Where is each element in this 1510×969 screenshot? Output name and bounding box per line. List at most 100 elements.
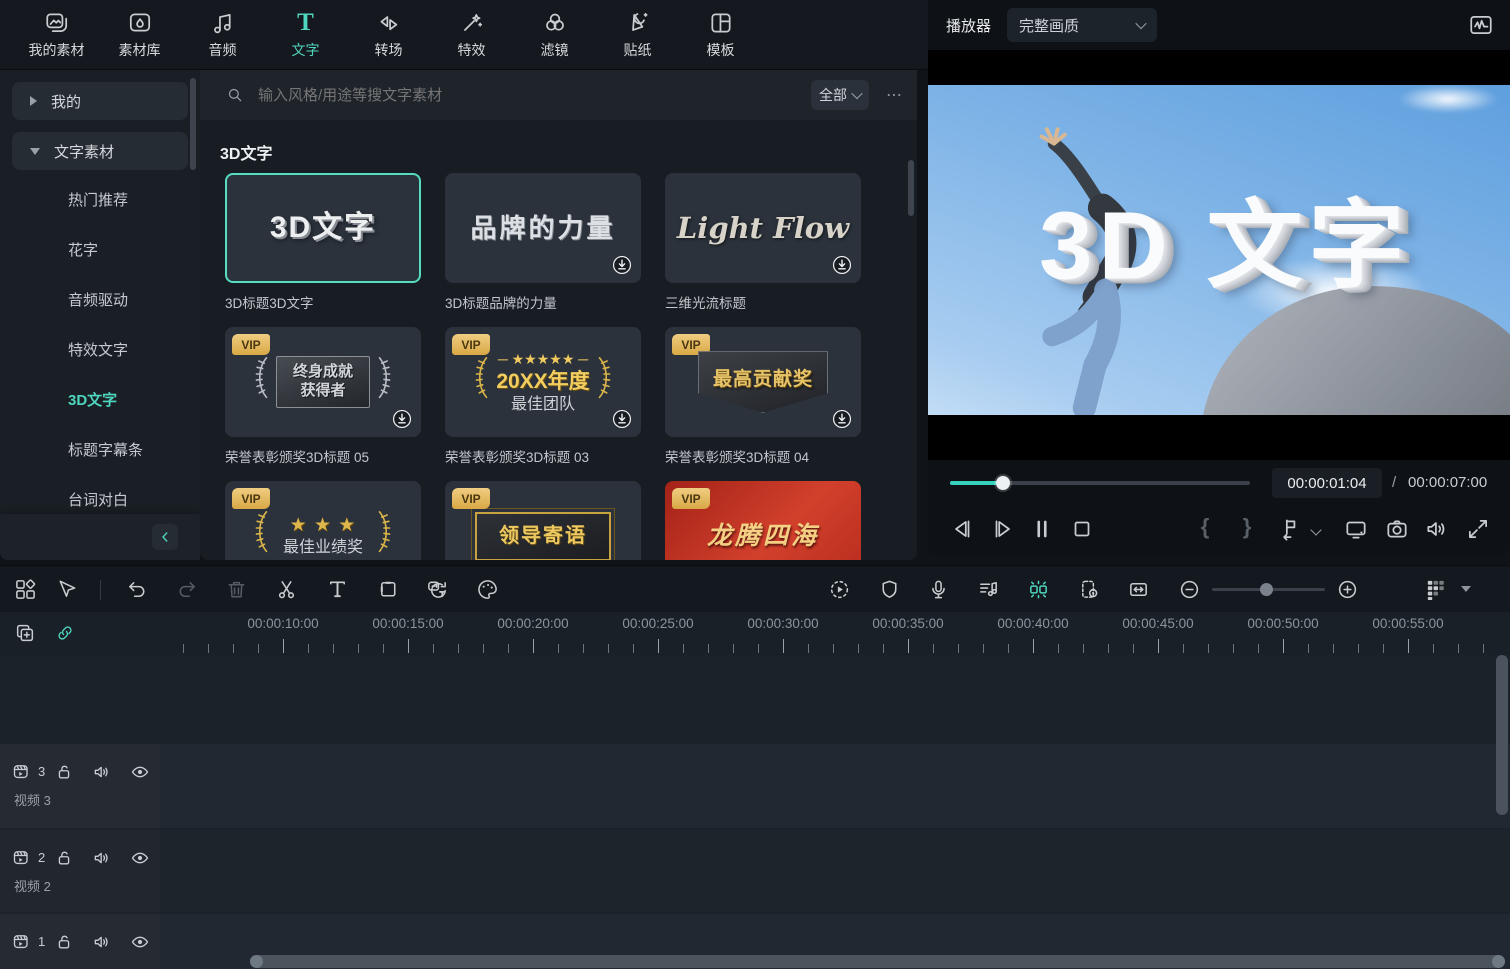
sidebar-group-mine[interactable]: 我的 (12, 82, 188, 120)
media-layout-button[interactable] (14, 578, 37, 601)
split-cut-button[interactable] (275, 578, 298, 601)
sidebar-item-1[interactable]: 热门推荐 (0, 174, 200, 224)
sidebar-item-6[interactable]: 标题字幕条 (0, 424, 200, 474)
delete-button[interactable] (225, 578, 248, 601)
mute-track-icon[interactable] (92, 848, 112, 868)
ruler-tick (1108, 644, 1109, 653)
stop-button[interactable] (1069, 516, 1095, 542)
nav-item-transitions[interactable]: 转场 (347, 10, 430, 60)
lock-track-icon[interactable] (54, 848, 74, 868)
text-template-card-4[interactable]: VIP 终身成就获得者 荣誉表彰颁奖3D标题 05 (225, 327, 421, 466)
text-template-card-3[interactable]: Light Flow 三维光流标题 (665, 173, 861, 312)
zoom-out-button[interactable] (1178, 578, 1201, 601)
track-manager-caret-icon[interactable] (1461, 586, 1471, 592)
more-options-icon[interactable] (885, 86, 903, 104)
quick-split-mode-button[interactable] (1027, 578, 1050, 601)
nav-item-library[interactable]: 素材库 (98, 10, 181, 60)
library-scrollbar[interactable] (908, 160, 914, 216)
search-input[interactable] (256, 86, 811, 105)
lock-track-icon[interactable] (54, 762, 74, 782)
sidebar-item-3[interactable]: 音频驱动 (0, 274, 200, 324)
sidebar-item-4[interactable]: 特效文字 (0, 324, 200, 374)
speech-to-text-button[interactable] (426, 578, 449, 601)
record-voiceover-button[interactable] (927, 578, 950, 601)
sidebar-item-5[interactable]: 3D文字 (0, 374, 200, 424)
nav-item-stickers[interactable]: 贴纸 (596, 10, 679, 60)
mark-in-button[interactable]: { (1197, 514, 1213, 540)
text-template-card-1[interactable]: 3D文字 3D标题3D文字 (225, 173, 421, 312)
nav-item-filters[interactable]: 滤镜 (513, 10, 596, 60)
track-manager-button[interactable] (1424, 578, 1447, 601)
beat-detection-button[interactable] (977, 578, 1000, 601)
marker-flag-button[interactable] (878, 578, 901, 601)
add-text-button[interactable] (326, 578, 349, 601)
video-preview[interactable]: 3D 文字 (928, 50, 1510, 460)
zoom-slider-thumb[interactable] (1260, 583, 1273, 596)
ruler-tick (1283, 639, 1284, 653)
text-template-card-8[interactable]: VIP 领导寄语 (445, 481, 641, 560)
progress-thumb[interactable] (996, 476, 1010, 490)
hide-track-icon[interactable] (130, 848, 150, 868)
track-lane[interactable] (160, 744, 1510, 828)
lock-track-icon[interactable] (54, 932, 74, 952)
quality-select[interactable]: 完整画质 (1007, 8, 1157, 42)
mirror-display-button[interactable] (1343, 516, 1369, 542)
download-icon[interactable] (391, 408, 413, 430)
card-thumbnail: VIP 龙腾四海 (665, 481, 861, 560)
link-clips-icon[interactable] (55, 623, 75, 643)
text-template-card-7[interactable]: VIP ★ ★ ★最佳业绩奖 (225, 481, 421, 560)
timeline-vertical-scrollbar[interactable] (1496, 655, 1508, 815)
text-template-card-2[interactable]: 品牌的力量 3D标题品牌的力量 (445, 173, 641, 312)
sidebar-scrollbar[interactable] (190, 78, 196, 170)
sidebar-item-2[interactable]: 花字 (0, 224, 200, 274)
redo-button[interactable] (175, 578, 198, 601)
sidebar-collapse-button[interactable] (152, 524, 178, 550)
timeline-horizontal-scrollbar[interactable] (250, 955, 1505, 968)
fullscreen-button[interactable] (1465, 516, 1491, 542)
add-track-icon[interactable] (14, 622, 36, 644)
mark-out-button[interactable]: } (1239, 514, 1255, 540)
nav-item-audio[interactable]: 音频 (181, 10, 264, 60)
ruler-tick (583, 644, 584, 653)
auto-ripple-button[interactable] (1127, 578, 1150, 601)
download-icon[interactable] (611, 408, 633, 430)
nav-item-text[interactable]: T 文字 (264, 10, 347, 60)
timeline-ruler[interactable]: 00:00:10:0000:00:15:0000:00:20:0000:00:2… (0, 612, 1510, 655)
download-icon[interactable] (831, 254, 853, 276)
hide-track-icon[interactable] (130, 932, 150, 952)
screen-record-button[interactable] (1078, 578, 1101, 601)
previous-frame-button[interactable] (949, 516, 975, 542)
download-icon[interactable] (611, 254, 633, 276)
undo-button[interactable] (126, 578, 149, 601)
pause-button[interactable] (1029, 516, 1055, 542)
filter-dropdown[interactable]: 全部 (811, 80, 869, 110)
select-tool-button[interactable] (55, 578, 78, 601)
text-template-card-5[interactable]: VIP ─ ★★★★★ ─20XX年度最佳团队 荣誉表彰颁奖3D标题 03 (445, 327, 641, 466)
color-palette-button[interactable] (476, 578, 499, 601)
chevron-down-icon (851, 88, 862, 99)
monitor-waveform-icon[interactable] (1468, 12, 1494, 38)
progress-bar[interactable] (950, 481, 1250, 485)
nav-item-my-materials[interactable]: 我的素材 (15, 10, 98, 60)
ruler-tick (1433, 644, 1434, 653)
sidebar-group-text-materials[interactable]: 文字素材 (12, 132, 188, 170)
mute-track-icon[interactable] (92, 932, 112, 952)
nav-item-effects[interactable]: 特效 (430, 10, 513, 60)
chevron-down-icon[interactable] (1310, 524, 1321, 535)
timeline-zoom-slider[interactable] (1212, 588, 1325, 591)
zoom-in-button[interactable] (1336, 578, 1359, 601)
render-preview-button[interactable] (828, 578, 851, 601)
text-template-card-6[interactable]: VIP 最高贡献奖 荣誉表彰颁奖3D标题 04 (665, 327, 861, 466)
ruler-tick (208, 644, 209, 653)
snapshot-button[interactable] (1384, 516, 1410, 542)
mute-track-icon[interactable] (92, 762, 112, 782)
volume-button[interactable] (1424, 516, 1450, 542)
track-lane[interactable] (160, 830, 1510, 912)
text-template-card-9[interactable]: VIP 龙腾四海 (665, 481, 861, 560)
hide-track-icon[interactable] (130, 762, 150, 782)
download-icon[interactable] (831, 408, 853, 430)
marker-button[interactable] (1276, 516, 1302, 542)
crop-button[interactable] (377, 578, 400, 601)
nav-item-templates[interactable]: 模板 (679, 10, 762, 60)
next-frame-button[interactable] (990, 516, 1016, 542)
